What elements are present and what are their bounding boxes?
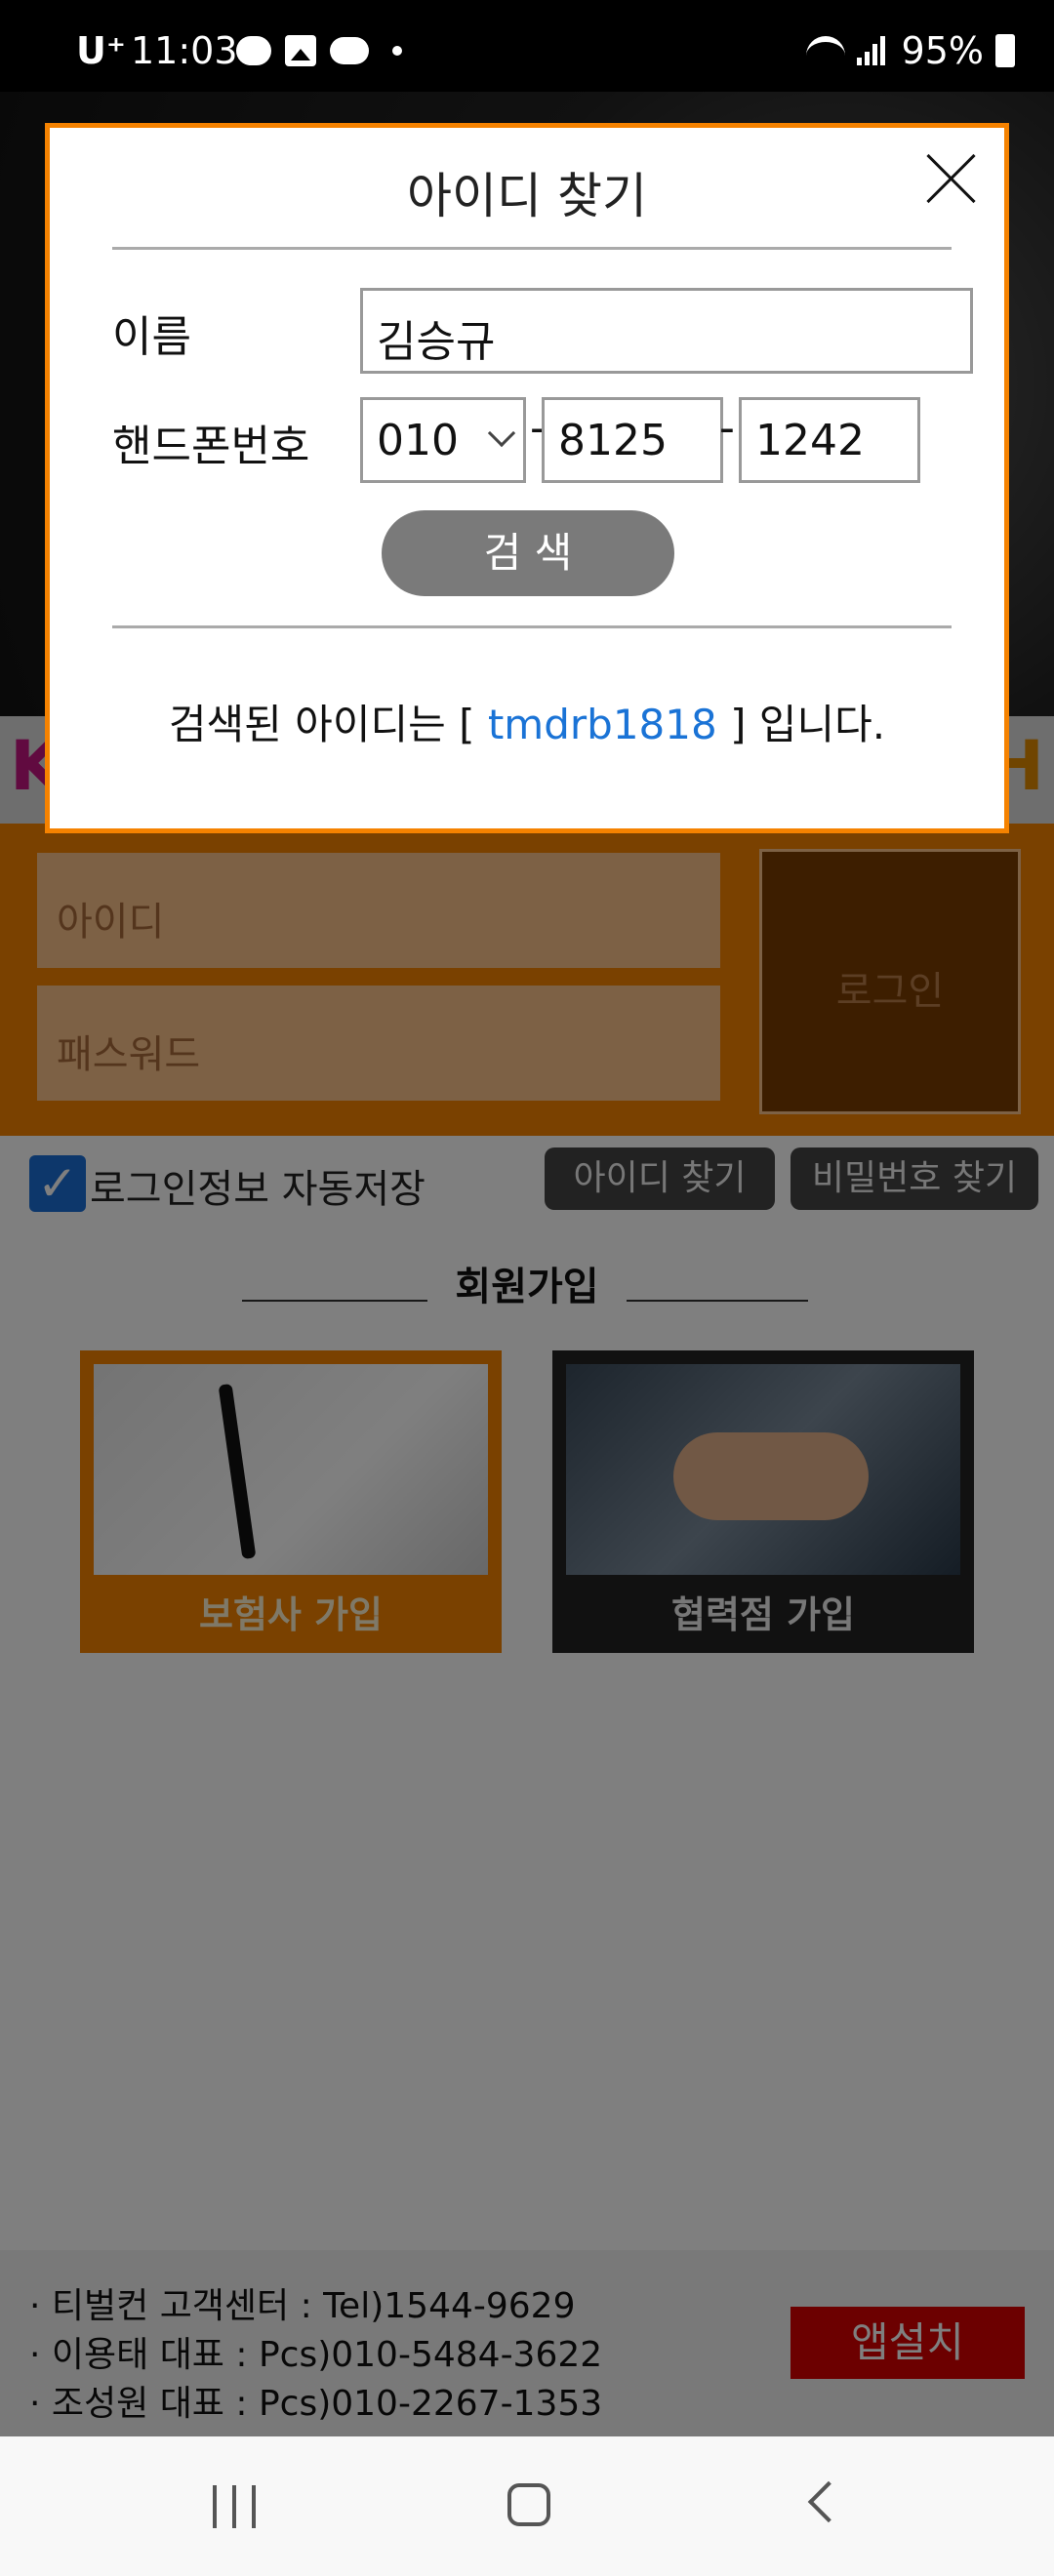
close-icon[interactable] xyxy=(924,149,979,204)
result-suffix: ] 입니다. xyxy=(730,701,886,748)
status-bar: U⁺ 11:03 95% xyxy=(0,0,1054,92)
clock: 11:03 xyxy=(131,29,238,72)
result-prefix: 검색된 아이디는 [ xyxy=(168,701,475,748)
navigation-bar xyxy=(0,2436,1054,2576)
phone-prefix-value: 010 xyxy=(377,416,459,465)
phone-middle-input[interactable]: 8125 xyxy=(542,397,723,483)
name-input[interactable]: 김승규 xyxy=(360,288,973,374)
phone-prefix-select[interactable]: 010 xyxy=(360,397,526,483)
cloud-icon xyxy=(330,37,369,64)
phone-label: 핸드폰번호 xyxy=(112,422,310,471)
phone-dash: - xyxy=(719,403,735,453)
back-icon[interactable] xyxy=(807,2480,850,2523)
chevron-down-icon xyxy=(487,419,516,448)
signal-icon xyxy=(856,36,890,65)
battery-percent: 95% xyxy=(901,29,984,72)
dot-icon xyxy=(392,46,402,56)
image-icon xyxy=(285,35,316,66)
home-icon[interactable] xyxy=(507,2483,550,2526)
search-button[interactable]: 검 색 xyxy=(382,510,674,596)
carrier-label: U⁺ xyxy=(76,29,126,72)
search-result: 검색된 아이디는 [ tmdrb1818 ] 입니다. xyxy=(50,692,1004,751)
result-user-id: tmdrb1818 xyxy=(487,701,717,748)
name-label: 이름 xyxy=(112,312,191,362)
system-icons: 95% xyxy=(805,29,1015,72)
phone-last-input[interactable]: 1242 xyxy=(739,397,920,483)
find-id-dialog: 아이디 찾기 이름 김승규 핸드폰번호 010 - 8125 - 1242 검 … xyxy=(45,123,1009,833)
dialog-title: 아이디 찾기 xyxy=(407,168,647,224)
divider xyxy=(112,625,952,628)
divider xyxy=(112,247,952,250)
notification-icons xyxy=(236,35,402,66)
battery-icon xyxy=(995,34,1015,67)
chat-icon xyxy=(236,36,271,65)
recent-apps-icon[interactable] xyxy=(213,2485,256,2528)
wifi-icon xyxy=(805,36,845,65)
